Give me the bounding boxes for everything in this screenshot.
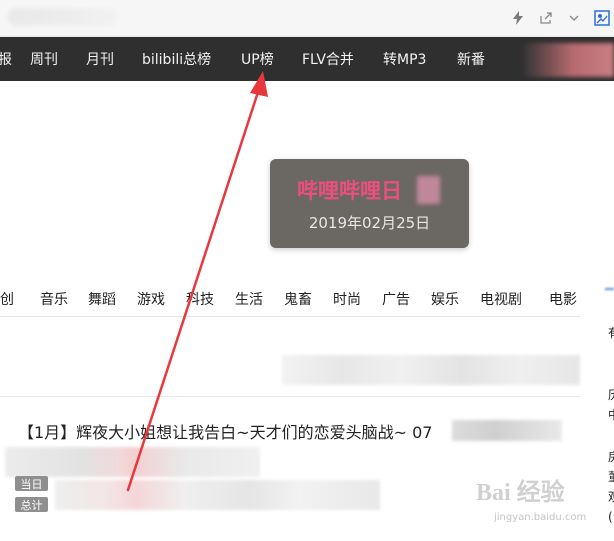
top-nav: 报 周刊 月刊 bilibili总榜 UP榜 FLV合并 转MP3 新番 bbox=[0, 37, 614, 81]
blurred-meta-row2 bbox=[55, 480, 380, 510]
badge-total: 总计 bbox=[15, 497, 48, 512]
lightning-icon[interactable] bbox=[510, 10, 526, 26]
category-tab-kichiku[interactable]: 鬼畜 bbox=[284, 289, 312, 309]
category-tab-tv[interactable]: 电视剧 bbox=[480, 289, 522, 309]
blurred-user-area bbox=[524, 43, 614, 77]
date-card-title: 哔哩哔哩日 bbox=[297, 179, 402, 203]
date-card-date: 2019年02月25日 bbox=[308, 214, 431, 232]
category-tab-tech[interactable]: 科技 bbox=[186, 289, 214, 309]
sidebar-fragment-3: 中 bbox=[608, 406, 614, 423]
blurred-title-suffix bbox=[452, 420, 562, 441]
browser-toolbar bbox=[0, 0, 614, 37]
baidu-jingyan-watermark: Bai 经验 jingyan.baidu.com bbox=[470, 468, 610, 528]
category-divider bbox=[0, 316, 580, 317]
category-tabs: 原创 音乐 舞蹈 游戏 科技 生活 鬼畜 时尚 广告 娱乐 电视剧 电影 bbox=[0, 287, 580, 309]
sidebar-accent-line bbox=[605, 288, 614, 290]
category-tab-fashion[interactable]: 时尚 bbox=[333, 289, 361, 309]
nav-item-flv-merge[interactable]: FLV合并 bbox=[302, 37, 354, 81]
watermark-text: Bai 经验 bbox=[476, 480, 565, 506]
category-tab-music[interactable]: 音乐 bbox=[40, 289, 68, 309]
watermark-url: jingyan.baidu.com bbox=[494, 512, 587, 523]
share-icon[interactable] bbox=[538, 10, 554, 26]
category-tab-life[interactable]: 生活 bbox=[235, 289, 263, 309]
badge-today: 当日 bbox=[15, 476, 48, 491]
blurred-address-bar bbox=[8, 8, 118, 26]
nav-item-up-rank[interactable]: UP榜 bbox=[241, 37, 274, 81]
category-tab-dance[interactable]: 舞蹈 bbox=[88, 289, 116, 309]
video-title[interactable]: 【1月】辉夜大小姐想让我告白~天才们的恋爱头脑战~ 07 bbox=[18, 419, 432, 443]
extension-icon[interactable] bbox=[594, 10, 610, 26]
nav-item-monthly[interactable]: 月刊 bbox=[86, 37, 114, 81]
sidebar-fragment-2: 历 bbox=[608, 386, 614, 403]
date-card: 哔哩哔哩日 2019年02月25日 bbox=[270, 159, 469, 248]
blurred-title-char bbox=[417, 176, 440, 204]
sidebar-fragment-4: 房 bbox=[608, 448, 614, 465]
row-divider bbox=[0, 396, 580, 397]
browser-icons bbox=[510, 9, 610, 27]
nav-item-weekly[interactable]: 周刊 bbox=[30, 37, 58, 81]
nav-item-rank[interactable]: 报 bbox=[0, 37, 12, 81]
nav-item-bilibili-rank[interactable]: bilibili总榜 bbox=[142, 37, 211, 81]
page: 报 周刊 月刊 bilibili总榜 UP榜 FLV合并 转MP3 新番 哔哩哔… bbox=[0, 0, 614, 541]
nav-item-to-mp3[interactable]: 转MP3 bbox=[383, 37, 426, 81]
category-tab-ads[interactable]: 广告 bbox=[382, 289, 410, 309]
sidebar-fragment-1: 有 bbox=[608, 324, 614, 341]
nav-item-new-anime[interactable]: 新番 bbox=[457, 37, 485, 81]
category-tab-movie[interactable]: 电影 bbox=[549, 289, 577, 309]
blurred-meta-row1 bbox=[5, 447, 260, 477]
blurred-info-strip bbox=[282, 355, 580, 385]
category-tab-original[interactable]: 原创 bbox=[0, 289, 14, 309]
category-tab-game[interactable]: 游戏 bbox=[137, 289, 165, 309]
category-tab-entertainment[interactable]: 娱乐 bbox=[431, 289, 459, 309]
chevron-down-icon[interactable] bbox=[566, 10, 582, 26]
